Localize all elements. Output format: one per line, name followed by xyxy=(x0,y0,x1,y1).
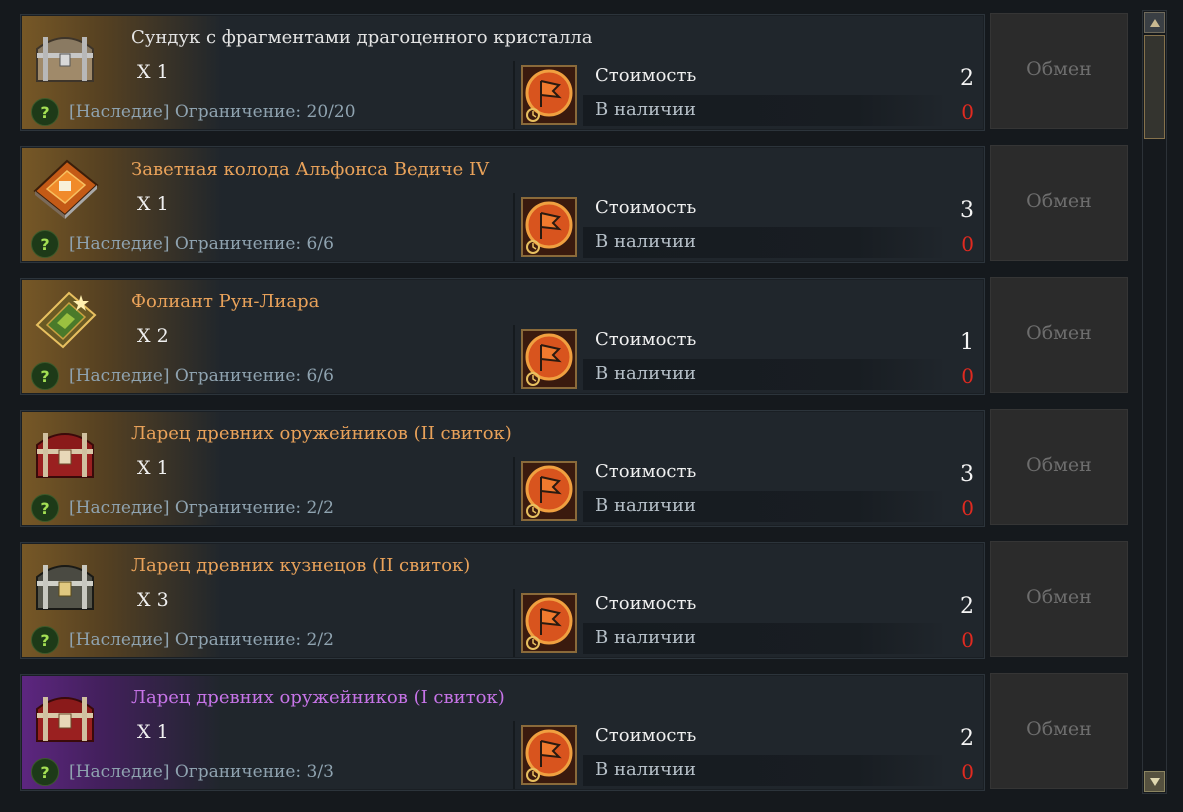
red-chest-icon[interactable] xyxy=(29,683,101,749)
cost-value: 2 xyxy=(960,66,974,91)
item-quantity: X 1 xyxy=(137,721,169,743)
card-deck-book-icon[interactable] xyxy=(29,155,101,221)
exchange-row: Сундук с фрагментами драгоценного криста… xyxy=(16,10,1134,132)
exchange-button[interactable]: Обмен xyxy=(990,13,1128,129)
triangle-up-icon xyxy=(1149,18,1160,27)
divider xyxy=(513,589,515,657)
purchase-limit: [Наследие] Ограничение: 2/2 xyxy=(69,630,334,650)
cost-value: 3 xyxy=(960,198,974,223)
availability-label: В наличии xyxy=(595,759,697,780)
item-panel: Ларец древних оружейников (II свиток) X … xyxy=(20,410,985,527)
item-name: Ларец древних кузнецов (II свиток) xyxy=(131,555,471,576)
purchase-limit: [Наследие] Ограничение: 6/6 xyxy=(69,234,334,254)
help-glyph: ? xyxy=(40,630,50,650)
red-chest-icon[interactable] xyxy=(29,419,101,485)
exchange-window: Сундук с фрагментами драгоценного криста… xyxy=(0,0,1183,812)
availability-value: 0 xyxy=(961,100,974,124)
item-quantity: X 3 xyxy=(137,589,169,611)
divider xyxy=(513,193,515,261)
red-flag-token-icon[interactable] xyxy=(521,461,577,521)
help-glyph: ? xyxy=(40,762,50,782)
exchange-item-list: Сундук с фрагментами драгоценного криста… xyxy=(16,10,1134,802)
exchange-row: Фолиант Рун-Лиара X 2 ? [Наследие] Огран… xyxy=(16,274,1134,396)
exchange-row: Ларец древних оружейников (I свиток) X 1… xyxy=(16,670,1134,792)
folio-book-icon[interactable] xyxy=(29,287,101,353)
item-panel: Сундук с фрагментами драгоценного криста… xyxy=(20,14,985,131)
help-icon[interactable]: ? xyxy=(31,230,59,258)
item-panel: Ларец древних кузнецов (II свиток) X 3 ?… xyxy=(20,542,985,659)
purchase-limit: [Наследие] Ограничение: 20/20 xyxy=(69,102,356,122)
item-panel: Ларец древних оружейников (I свиток) X 1… xyxy=(20,674,985,791)
divider xyxy=(513,61,515,129)
exchange-row: Ларец древних кузнецов (II свиток) X 3 ?… xyxy=(16,538,1134,660)
vertical-scrollbar[interactable] xyxy=(1142,10,1167,794)
item-name: Сундук с фрагментами драгоценного криста… xyxy=(131,27,593,48)
cost-label: Стоимость xyxy=(595,461,697,482)
cost-value: 2 xyxy=(960,594,974,619)
availability-value: 0 xyxy=(961,760,974,784)
help-glyph: ? xyxy=(40,366,50,386)
availability-value: 0 xyxy=(961,628,974,652)
item-quantity: X 2 xyxy=(137,325,169,347)
scroll-thumb[interactable] xyxy=(1144,35,1165,139)
item-panel: Заветная колода Альфонса Ведиче IV X 1 ?… xyxy=(20,146,985,263)
item-name: Ларец древних оружейников (I свиток) xyxy=(131,687,505,708)
cost-value: 3 xyxy=(960,462,974,487)
red-flag-token-icon[interactable] xyxy=(521,197,577,257)
divider xyxy=(513,457,515,525)
purchase-limit: [Наследие] Ограничение: 3/3 xyxy=(69,762,334,782)
red-flag-token-icon[interactable] xyxy=(521,65,577,125)
item-name: Заветная колода Альфонса Ведиче IV xyxy=(131,159,490,180)
exchange-row: Заветная колода Альфонса Ведиче IV X 1 ?… xyxy=(16,142,1134,264)
item-quantity: X 1 xyxy=(137,457,169,479)
wooden-chest-icon[interactable] xyxy=(29,23,101,89)
help-glyph: ? xyxy=(40,498,50,518)
exchange-button[interactable]: Обмен xyxy=(990,145,1128,261)
scroll-down-button[interactable] xyxy=(1144,771,1165,792)
help-icon[interactable]: ? xyxy=(31,494,59,522)
cost-label: Стоимость xyxy=(595,329,697,350)
red-flag-token-icon[interactable] xyxy=(521,725,577,785)
item-quantity: X 1 xyxy=(137,61,169,83)
item-panel: Фолиант Рун-Лиара X 2 ? [Наследие] Огран… xyxy=(20,278,985,395)
help-icon[interactable]: ? xyxy=(31,362,59,390)
purchase-limit: [Наследие] Ограничение: 6/6 xyxy=(69,366,334,386)
cost-label: Стоимость xyxy=(595,593,697,614)
item-name: Ларец древних оружейников (II свиток) xyxy=(131,423,512,444)
availability-value: 0 xyxy=(961,496,974,520)
exchange-button[interactable]: Обмен xyxy=(990,673,1128,789)
silver-chest-icon[interactable] xyxy=(29,551,101,617)
availability-label: В наличии xyxy=(595,627,697,648)
availability-label: В наличии xyxy=(595,495,697,516)
help-icon[interactable]: ? xyxy=(31,758,59,786)
availability-label: В наличии xyxy=(595,231,697,252)
item-quantity: X 1 xyxy=(137,193,169,215)
cost-label: Стоимость xyxy=(595,725,697,746)
divider xyxy=(513,325,515,393)
red-flag-token-icon[interactable] xyxy=(521,329,577,389)
red-flag-token-icon[interactable] xyxy=(521,593,577,653)
cost-value: 1 xyxy=(960,330,974,355)
divider xyxy=(513,721,515,789)
purchase-limit: [Наследие] Ограничение: 2/2 xyxy=(69,498,334,518)
cost-label: Стоимость xyxy=(595,197,697,218)
availability-label: В наличии xyxy=(595,99,697,120)
help-glyph: ? xyxy=(40,102,50,122)
availability-value: 0 xyxy=(961,364,974,388)
exchange-button[interactable]: Обмен xyxy=(990,277,1128,393)
help-icon[interactable]: ? xyxy=(31,626,59,654)
triangle-down-icon xyxy=(1149,777,1160,786)
cost-value: 2 xyxy=(960,726,974,751)
scroll-up-button[interactable] xyxy=(1144,12,1165,33)
availability-value: 0 xyxy=(961,232,974,256)
exchange-row: Ларец древних оружейников (II свиток) X … xyxy=(16,406,1134,528)
availability-label: В наличии xyxy=(595,363,697,384)
help-glyph: ? xyxy=(40,234,50,254)
item-name: Фолиант Рун-Лиара xyxy=(131,291,320,312)
help-icon[interactable]: ? xyxy=(31,98,59,126)
exchange-button[interactable]: Обмен xyxy=(990,409,1128,525)
exchange-button[interactable]: Обмен xyxy=(990,541,1128,657)
cost-label: Стоимость xyxy=(595,65,697,86)
